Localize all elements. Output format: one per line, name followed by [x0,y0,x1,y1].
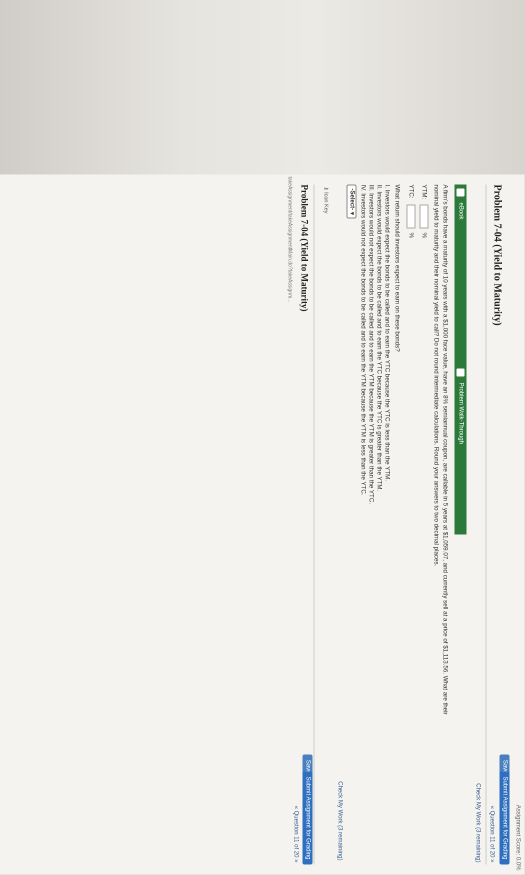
ytc-label: YTC: [407,184,415,199]
problem-title: Problem 7-04 (Yield to Maturity) [491,184,503,326]
status-url: takeAssignment/takeAssignmentMain.do?tak… [286,176,293,303]
tab-walkthrough-label: Problem Walk-Through [457,382,464,444]
bottom-question-nav[interactable]: « Question 11 of 20 » [293,806,299,863]
tab-walkthrough[interactable]: Problem Walk-Through [454,364,467,535]
assignment-page: Assignment Score: 0.0% Save Submit Assig… [0,174,525,875]
icon-key[interactable]: ⚷ Icon Key [323,187,329,214]
book-icon [456,188,465,197]
ytc-input[interactable] [406,204,416,229]
assignment-score: Assignment Score: 0.0% [514,804,521,871]
ytm-percent: % [420,232,428,239]
check-my-work-link[interactable]: Check My Work (3 remaining) [475,783,481,862]
icon-key-label: Icon Key [322,192,329,214]
tab-ebook[interactable]: eBook [454,184,467,375]
tab-ebook-label: eBook [457,202,464,220]
select-value: -Select- [348,188,355,211]
answer-select[interactable]: -Select- ▾ [346,184,357,219]
option-2: II. Investors would expect the bonds to … [375,184,383,492]
submit-assignment-button[interactable]: Submit Assignment for Grading [499,771,510,865]
option-3: III. Investors would not expect the bond… [367,184,375,505]
ytm-input[interactable] [419,204,429,229]
ytm-label: YTM: [420,184,428,200]
question-text: What return should investors expect to e… [393,184,401,352]
video-icon [456,368,465,377]
option-1: I. Investors would expect the bonds to b… [383,184,391,481]
check-my-work-link-2[interactable]: Check My Work (3 remaining) [337,781,343,860]
ytc-percent: % [407,232,415,239]
option-4: IV. Investors would not expect the bonds… [359,184,367,496]
divider-2 [313,184,315,865]
key-icon: ⚷ [322,186,329,191]
divider [485,184,487,865]
problem-text-1: A firm's bonds have a maturity of 10 yea… [441,184,449,715]
bottom-submit-button[interactable]: Submit Assignment for Grading [302,771,313,865]
question-nav[interactable]: « Question 11 of 20 » [489,806,495,863]
problem-text-2: nominal yield to maturity and their nomi… [432,184,440,567]
chevron-down-icon: ▾ [348,211,355,215]
bottom-problem-title: Problem 7-04 (Yield to Maturity) [299,184,310,312]
